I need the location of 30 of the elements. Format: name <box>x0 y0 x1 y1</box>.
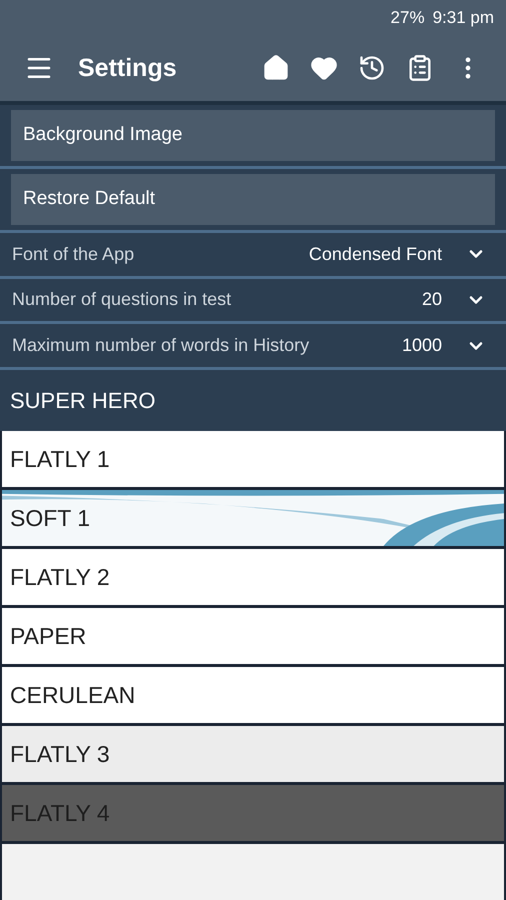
theme-name: CERULEAN <box>10 680 136 710</box>
setting-value: 20 <box>422 288 442 312</box>
theme-option[interactable]: FLATLY 1 <box>2 430 504 487</box>
battery-percent: 27% <box>390 7 425 30</box>
home-icon[interactable] <box>262 54 290 82</box>
setting-value: Condensed Font <box>308 242 442 266</box>
screen-title: Settings <box>78 52 177 84</box>
dropdown-row[interactable]: Maximum number of words in History 1000 <box>0 324 506 370</box>
setting-value: 1000 <box>402 334 442 358</box>
settings-button[interactable]: Background Image <box>11 110 495 161</box>
theme-name: FLATLY 1 <box>10 444 110 474</box>
dropdown-row[interactable]: Font of the App Condensed Font <box>0 232 506 279</box>
dropdown-row[interactable]: Number of questions in test 20 <box>0 278 506 324</box>
theme-name: PAPER <box>10 622 86 651</box>
theme-option[interactable]: FLATLY 2 <box>2 548 504 605</box>
settings-button[interactable]: Restore Default <box>11 174 495 225</box>
setting-label: Number of questions in test <box>12 288 232 312</box>
theme-name: SOFT 1 <box>10 504 90 533</box>
theme-option[interactable]: PAPER <box>2 608 504 664</box>
theme-option[interactable]: SOFT 1 <box>2 490 504 546</box>
theme-name: FLATLY 2 <box>10 562 110 592</box>
theme-name: FLATLY 4 <box>10 798 110 828</box>
theme-name: FLATLY 3 <box>10 740 110 769</box>
theme-option[interactable]: CERULEAN <box>2 666 504 723</box>
theme-option[interactable]: FLATLY 3 <box>2 726 504 782</box>
clock: 9:31 pm <box>432 7 494 30</box>
section-heading: SUPER HERO <box>10 387 156 416</box>
setting-label: Font of the App <box>12 242 134 266</box>
setting-label: Maximum number of words in History <box>12 334 310 358</box>
history-icon[interactable] <box>358 54 386 82</box>
